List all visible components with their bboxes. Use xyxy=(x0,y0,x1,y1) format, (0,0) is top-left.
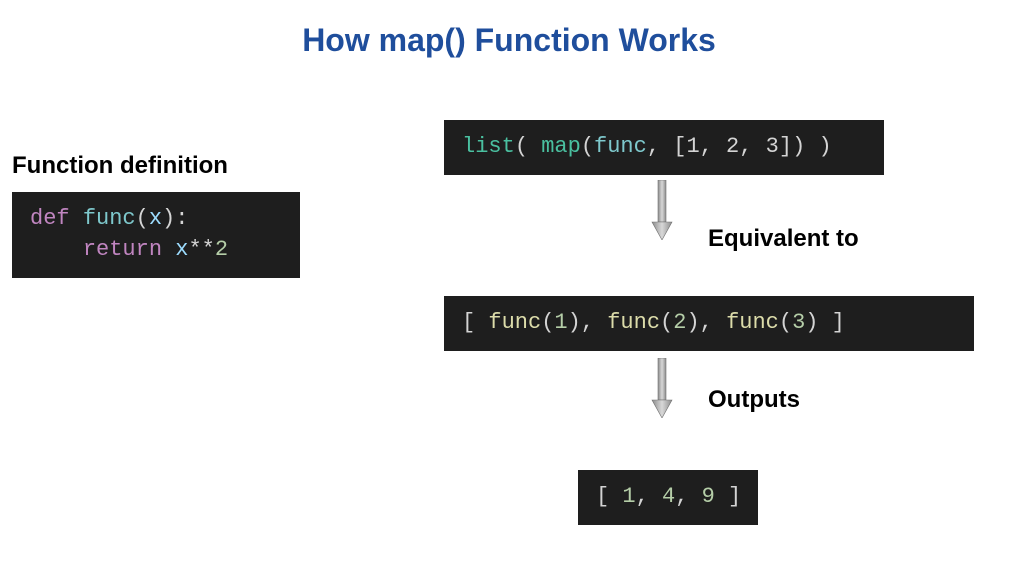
arrow-down-icon xyxy=(650,180,674,240)
punct: , xyxy=(647,134,673,159)
builtin-list: list xyxy=(462,134,515,159)
num-2: 2 xyxy=(215,237,228,262)
code-map-call: list( map(func, [1, 2, 3]) ) xyxy=(444,120,884,175)
arrow-down-icon xyxy=(650,358,674,418)
punct: ): xyxy=(162,206,188,231)
num-2: 2 xyxy=(673,310,686,335)
punct: ( xyxy=(779,310,792,335)
punct: , xyxy=(675,484,701,509)
builtin-map: map xyxy=(541,134,581,159)
punct: ] xyxy=(715,484,741,509)
punct: ( xyxy=(515,134,541,159)
result-2: 4 xyxy=(662,484,675,509)
func-call: func xyxy=(607,310,660,335)
var-x: x xyxy=(175,237,188,262)
param-x: x xyxy=(149,206,162,231)
code-function-definition: def func(x): return x**2 xyxy=(12,192,300,278)
func-call: func xyxy=(488,310,541,335)
func-name: func xyxy=(83,206,136,231)
punct: ( xyxy=(581,134,594,159)
result-1: 1 xyxy=(622,484,635,509)
op: ** xyxy=(188,237,214,262)
outputs-label: Outputs xyxy=(708,386,800,414)
punct: ) ) xyxy=(792,134,832,159)
arg-func: func xyxy=(594,134,647,159)
code-expanded-list: [ func(1), func(2), func(3) ] xyxy=(444,296,974,351)
num-1: 1 xyxy=(554,310,567,335)
keyword-return: return xyxy=(83,237,162,262)
result-3: 9 xyxy=(702,484,715,509)
punct: ) ] xyxy=(805,310,845,335)
keyword-def: def xyxy=(30,206,70,231)
punct: [ xyxy=(462,310,488,335)
punct: [ xyxy=(596,484,622,509)
equivalent-to-label: Equivalent to xyxy=(708,225,859,253)
punct: ), xyxy=(686,310,726,335)
num-3: 3 xyxy=(792,310,805,335)
page-title: How map() Function Works xyxy=(0,0,1018,59)
code-result: [ 1, 4, 9 ] xyxy=(578,470,758,525)
punct: ( xyxy=(136,206,149,231)
func-call: func xyxy=(726,310,779,335)
punct: ), xyxy=(568,310,608,335)
punct: ( xyxy=(541,310,554,335)
punct: ( xyxy=(660,310,673,335)
list-literal: [1, 2, 3] xyxy=(673,134,792,159)
function-definition-label: Function definition xyxy=(12,152,228,180)
punct: , xyxy=(636,484,662,509)
